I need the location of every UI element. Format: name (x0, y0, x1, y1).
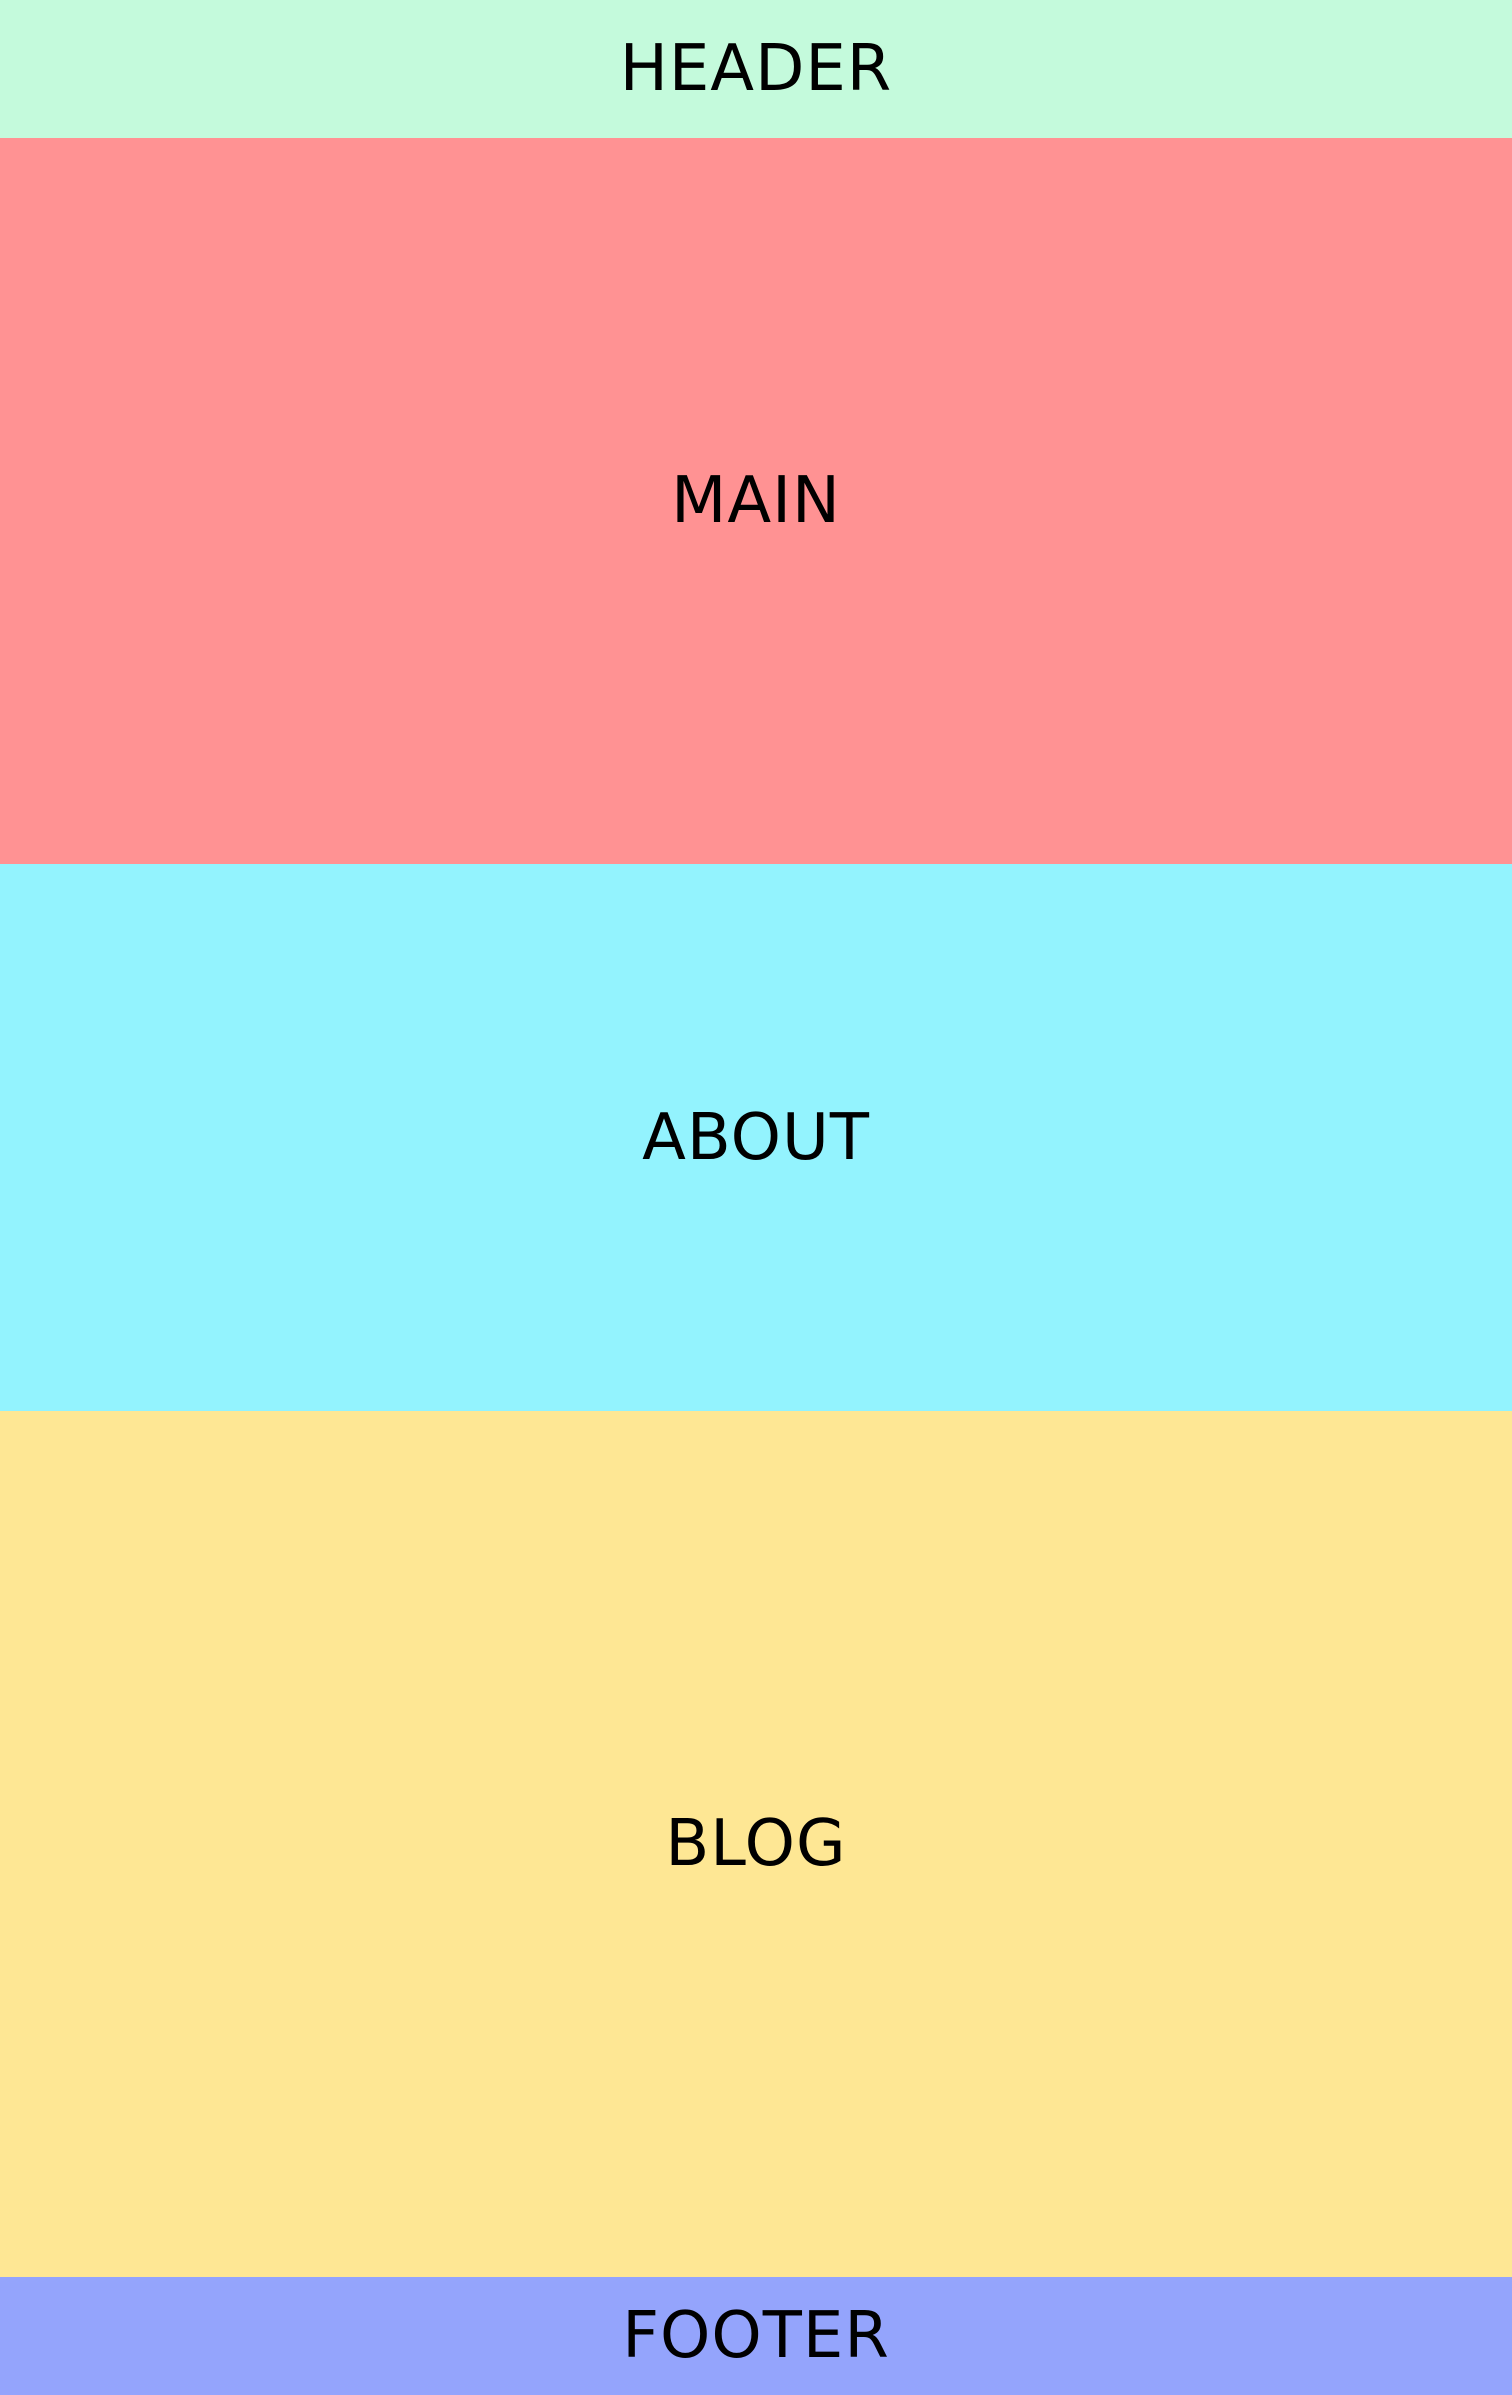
header-label: HEADER (619, 32, 893, 106)
main-section: MAIN (0, 138, 1512, 864)
about-section: ABOUT (0, 864, 1512, 1411)
page: HEADER MAIN ABOUT BLOG FOOTER (0, 0, 1512, 2395)
footer-section: FOOTER (0, 2277, 1512, 2395)
blog-label: BLOG (665, 1807, 847, 1881)
blog-section: BLOG (0, 1411, 1512, 2277)
main-label: MAIN (671, 464, 841, 538)
about-label: ABOUT (642, 1100, 870, 1175)
header-section: HEADER (0, 0, 1512, 138)
footer-label: FOOTER (622, 2299, 890, 2373)
